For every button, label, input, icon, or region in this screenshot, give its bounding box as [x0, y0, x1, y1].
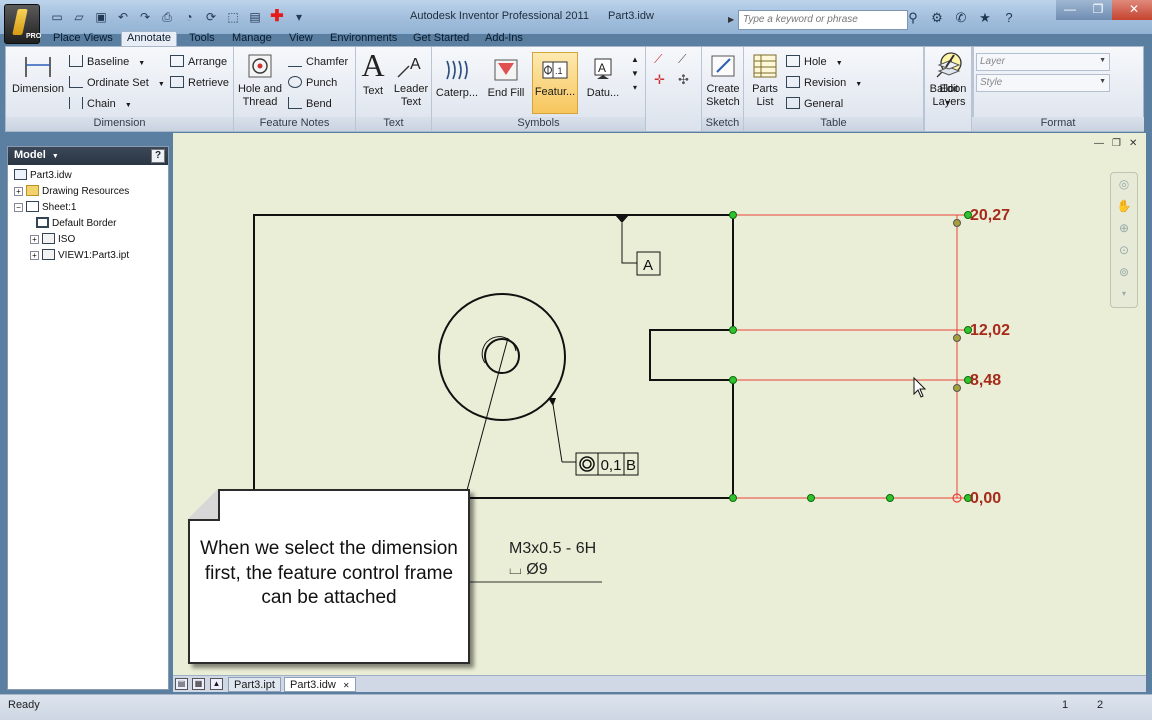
- ordinate-value-4[interactable]: 0,00: [970, 490, 1001, 507]
- tile-windows-icon[interactable]: ▤: [175, 678, 188, 690]
- datum-a-leader: [621, 223, 637, 264]
- app-badge: PRO: [26, 33, 42, 40]
- navbar-menu-icon[interactable]: ▾: [1111, 283, 1137, 305]
- doc-tab-part3-idw[interactable]: Part3.idw ✕: [284, 677, 356, 692]
- cascade-windows-icon[interactable]: ▦: [192, 678, 205, 690]
- ordinate-dimension-set[interactable]: [733, 214, 967, 499]
- ordinate-value-3[interactable]: 8,48: [970, 372, 1001, 389]
- zoom-window-icon[interactable]: ⊙: [1111, 239, 1137, 261]
- ordinate-value-2[interactable]: 12,02: [970, 322, 1010, 339]
- status-bar: Ready 1 2: [0, 694, 1152, 720]
- status-text: Ready: [8, 699, 40, 711]
- outer-circle[interactable]: [438, 293, 566, 421]
- feature-control-frame[interactable]: 0,1 B: [575, 452, 639, 476]
- application-menu-button[interactable]: PRO: [4, 4, 42, 44]
- grip-points[interactable]: [729, 211, 972, 502]
- window-list-icon[interactable]: ▲: [210, 678, 223, 690]
- pan-icon[interactable]: ✋: [1111, 195, 1137, 217]
- inventor-logo-icon: [12, 9, 28, 35]
- hole-note-leader: [465, 337, 509, 495]
- part-outline[interactable]: [253, 214, 734, 499]
- steering-wheel-icon[interactable]: ◎: [1111, 173, 1137, 195]
- fcf-leader-arrow: [548, 398, 556, 406]
- mouse-cursor-icon: [913, 376, 927, 398]
- hole-note-line2[interactable]: ⌴ Ø9: [509, 561, 548, 578]
- navigation-bar: ◎ ✋ ⊕ ⊙ ⊚ ▾: [1110, 172, 1138, 308]
- fcf-tolerance: 0,1: [601, 457, 622, 474]
- close-icon[interactable]: ✕: [343, 681, 350, 690]
- status-value-2: 2: [1097, 699, 1104, 711]
- ordinate-value-1[interactable]: 20,27: [970, 207, 1010, 224]
- document-tab-bar: ▤ ▦ ▲ Part3.ipt Part3.idw ✕: [173, 675, 1146, 692]
- doc-tab-label: Part3.idw: [290, 679, 336, 691]
- tutorial-callout: When we select the dimension first, the …: [188, 489, 470, 664]
- drawing-svg: A 0,1 B M3x0.5 - 6H ⌴ Ø9 20,27 12,02 8,4…: [253, 207, 1010, 583]
- datum-a-triangle[interactable]: [615, 215, 629, 223]
- hole-note-line1[interactable]: M3x0.5 - 6H: [509, 540, 596, 557]
- datum-a-label: A: [643, 257, 653, 274]
- status-value-1: 1: [1062, 699, 1069, 711]
- doc-tab-part3-ipt[interactable]: Part3.ipt: [228, 677, 281, 692]
- thread-arc: [481, 336, 517, 364]
- fcf-datum: B: [626, 457, 636, 474]
- callout-text: When we select the dimension first, the …: [200, 538, 458, 608]
- zoom-selected-icon[interactable]: ⊚: [1111, 261, 1137, 283]
- zoom-icon[interactable]: ⊕: [1111, 217, 1137, 239]
- concentricity-icon: [579, 456, 595, 472]
- page-fold-icon: [188, 489, 220, 521]
- fcf-leader: [551, 397, 563, 463]
